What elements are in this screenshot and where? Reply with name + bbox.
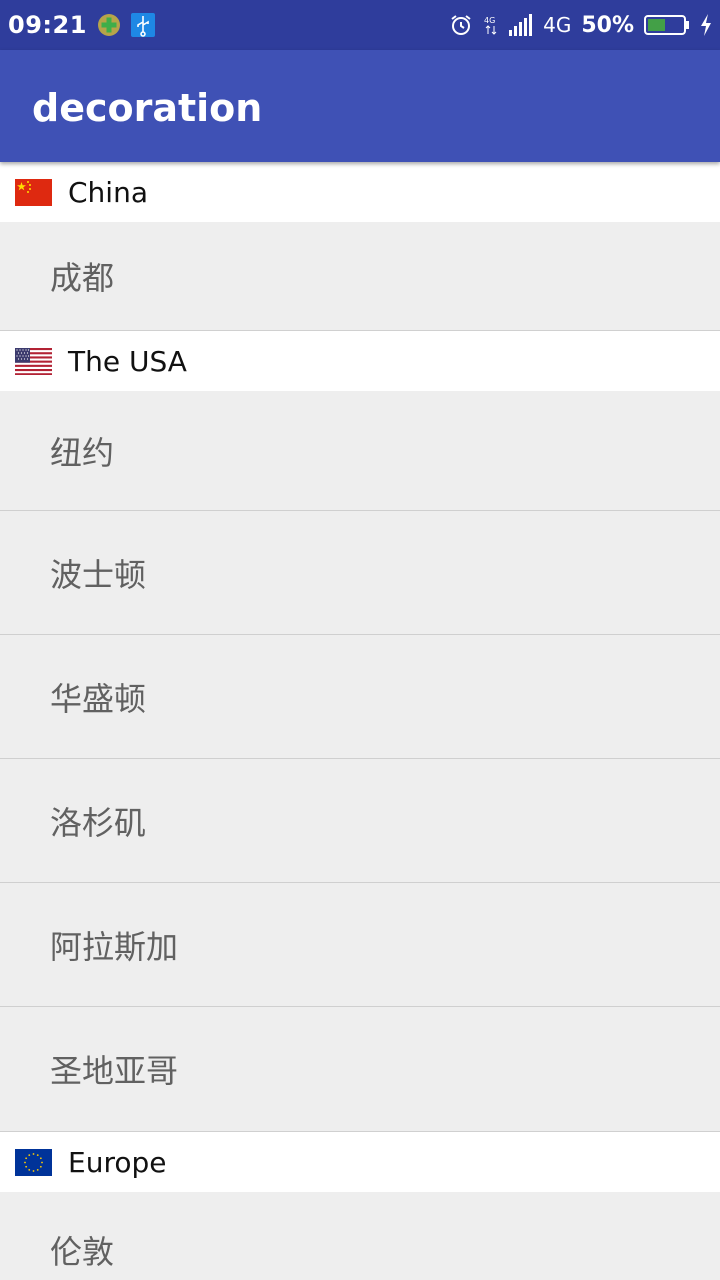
list-item[interactable]: 洛杉矶	[0, 759, 720, 883]
status-left: 09:21	[8, 11, 155, 39]
status-bar: 09:21 4G 4G 50%	[0, 0, 720, 50]
group-header-china: China	[0, 162, 720, 222]
battery-icon	[644, 15, 689, 35]
signal-bars-icon	[509, 14, 533, 36]
alarm-icon	[451, 15, 471, 35]
list-item[interactable]: 伦敦	[0, 1192, 720, 1280]
city-name: 阿拉斯加	[50, 927, 179, 966]
city-name: 伦敦	[50, 1233, 115, 1271]
svg-text:4G: 4G	[484, 16, 495, 25]
eu-flag-icon	[15, 1148, 52, 1176]
city-name: 华盛顿	[50, 679, 147, 718]
list-item[interactable]: 波士顿	[0, 511, 720, 635]
list-item[interactable]: 纽约	[0, 391, 720, 511]
list-item[interactable]: 成都	[0, 222, 720, 330]
app-title: decoration	[32, 86, 263, 130]
china-flag-icon	[15, 178, 52, 206]
city-name: 圣地亚哥	[50, 1052, 179, 1090]
city-name: 波士顿	[50, 555, 147, 594]
status-time: 09:21	[8, 11, 87, 39]
plus-circle-icon	[97, 14, 120, 36]
city-name: 纽约	[50, 433, 115, 472]
4g-signal-icon: 4G	[484, 16, 497, 35]
app-bar: decoration	[0, 50, 720, 162]
status-right: 4G 4G 50%	[449, 13, 712, 38]
usb-icon	[130, 13, 155, 37]
usa-flag-icon	[15, 347, 52, 375]
list-item[interactable]: 华盛顿	[0, 635, 720, 759]
group-name: China	[68, 175, 148, 209]
city-list[interactable]: China 成都 The USA 纽约 波士顿 华盛顿 洛杉矶 阿拉斯加 圣地亚…	[0, 162, 720, 1280]
group-header-usa: The USA	[0, 331, 720, 391]
list-item[interactable]: 阿拉斯加	[0, 883, 720, 1007]
city-name: 洛杉矶	[50, 803, 147, 842]
city-name: 成都	[50, 259, 115, 297]
battery-percent: 50%	[581, 12, 634, 38]
charging-icon	[701, 14, 711, 36]
network-type: 4G	[543, 13, 572, 37]
group-name: The USA	[68, 344, 187, 378]
list-item[interactable]: 圣地亚哥	[0, 1007, 720, 1131]
group-header-europe: Europe	[0, 1132, 720, 1192]
group-name: Europe	[68, 1145, 167, 1179]
